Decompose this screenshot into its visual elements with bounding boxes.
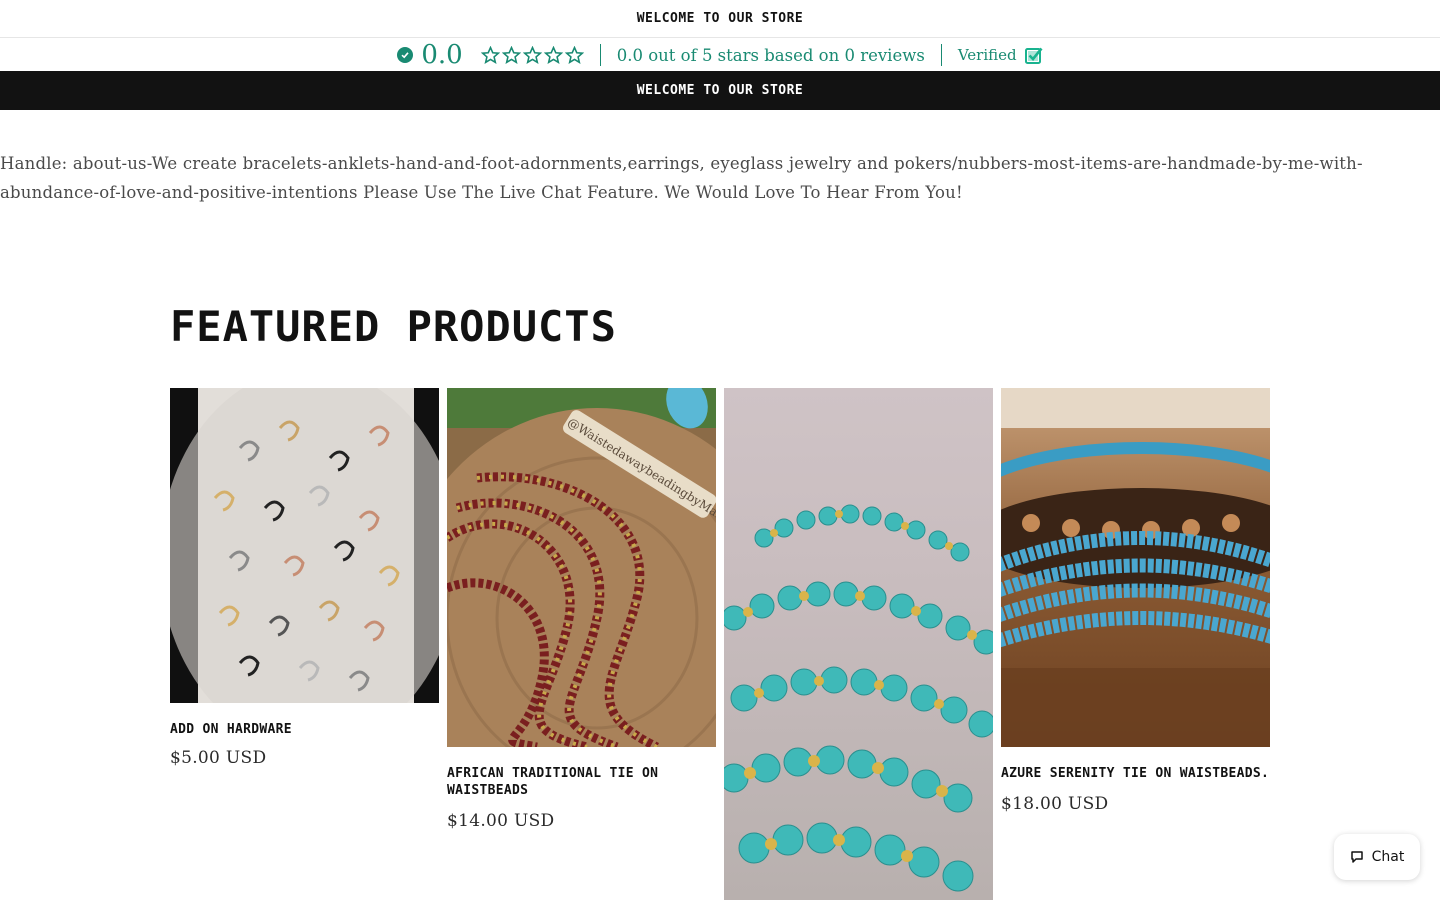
page-content-text: Handle: about-us-We create bracelets-ank… [0, 154, 1363, 202]
announcement-bar-top: WELCOME TO OUR STORE [0, 0, 1440, 38]
chat-label: Chat [1371, 849, 1405, 865]
product-title[interactable]: Azure Serenity Tie On Waistbeads. [1001, 765, 1270, 782]
star-rating [480, 46, 584, 64]
verified-badge-icon [1024, 46, 1043, 64]
rating-score: 0.0 [421, 40, 463, 70]
product-title[interactable]: Add On Hardware [170, 721, 439, 738]
star-outline-icon [543, 46, 563, 64]
announcement-text: WELCOME TO OUR STORE [636, 83, 804, 98]
star-outline-icon [501, 46, 521, 64]
announcement-bar-dark: WELCOME TO OUR STORE [0, 71, 1440, 110]
announcement-text: WELCOME TO OUR STORE [636, 11, 804, 26]
product-price: $14.00 USD [447, 811, 555, 831]
product-image[interactable] [1001, 388, 1270, 747]
product-image[interactable]: @WaistedawaybeadingbyMaryK [447, 388, 716, 747]
product-card[interactable]: @WaistedawaybeadingbyMaryK African Tradi… [447, 388, 716, 831]
product-image[interactable] [170, 388, 439, 703]
star-outline-icon [522, 46, 542, 64]
star-outline-icon [564, 46, 584, 64]
check-circle-icon [397, 47, 414, 63]
section-title: Featured products [170, 302, 617, 351]
verified-label: Verified [957, 46, 1017, 64]
product-price: $18.00 USD [1001, 794, 1109, 814]
star-outline-icon [480, 46, 500, 64]
divider [940, 44, 942, 66]
product-card[interactable]: Add On Hardware $5.00 USD [170, 388, 439, 768]
reviews-summary-bar[interactable]: 0.0 0.0 out of 5 stars based on 0 review… [0, 39, 1440, 71]
product-price: $5.00 USD [170, 748, 267, 768]
chat-button[interactable]: Chat [1334, 834, 1420, 880]
product-title[interactable]: African Traditional Tie On Waistbeads [447, 765, 716, 799]
product-card[interactable]: Azure Serenity Tie On Waistbeads. $18.00… [1001, 388, 1270, 814]
reviews-summary-text: 0.0 out of 5 stars based on 0 reviews [616, 45, 925, 65]
chat-bubble-icon [1350, 851, 1363, 863]
product-image[interactable] [724, 388, 993, 900]
divider [599, 44, 601, 66]
product-card[interactable] [724, 388, 993, 900]
